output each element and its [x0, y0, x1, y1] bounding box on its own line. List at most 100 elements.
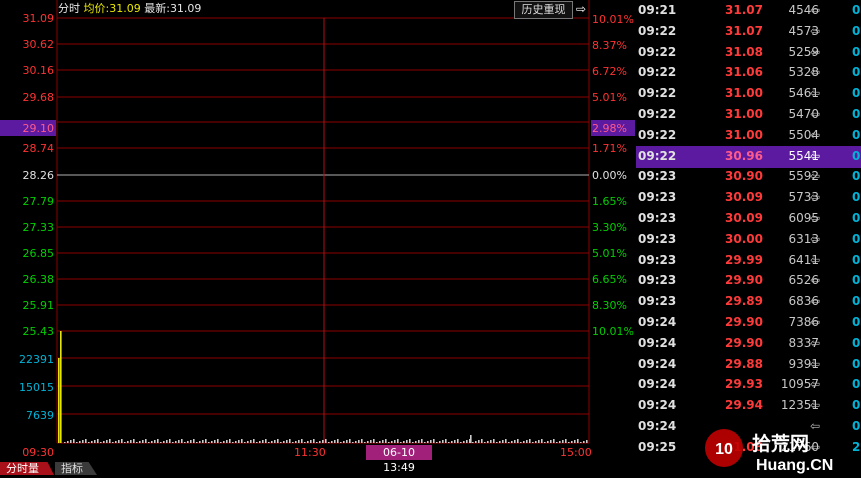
tick-row[interactable]: 09:23 29.99 6411 ⇦ 0: [636, 250, 861, 272]
tick-list[interactable]: 09:21 31.07 4546 ⇦ 0 09:22 31.07 4573 ⇦ 0 09:22 31.…: [636, 0, 861, 460]
history-replay-button[interactable]: 历史重现: [514, 1, 573, 19]
exit-arrow-icon[interactable]: ⇨: [573, 1, 589, 17]
intraday-chart[interactable]: [0, 0, 636, 475]
left-axis-label: 30.16: [22, 64, 55, 77]
volume-bar: [100, 442, 102, 443]
volume-bar: [574, 440, 576, 443]
watermark-domain: Huang.CN: [756, 457, 833, 474]
volume-bar: [463, 441, 465, 443]
right-axis-label: 3.30%: [592, 221, 627, 234]
tick-count: 0: [852, 398, 861, 413]
volume-bar: [436, 442, 438, 443]
volume-bar: [529, 439, 531, 443]
tick-row[interactable]: 09:24 29.90 7386 ⇦ 0: [636, 312, 861, 334]
tick-price: 30.96: [725, 148, 763, 163]
right-axis-label: 0.00%: [592, 169, 627, 182]
tick-time: 09:24: [638, 419, 677, 433]
volume-bar: [577, 439, 579, 443]
tick-row[interactable]: 09:22 31.00 5504 ⇦ 0: [636, 125, 861, 147]
volume-bar: [118, 440, 120, 443]
tick-count: 0: [852, 148, 861, 163]
volume-bar: [562, 440, 564, 443]
volume-bar: [172, 442, 174, 443]
tick-row[interactable]: 09:23 30.90 5592 ⇦ 0: [636, 166, 861, 188]
right-axis-label: 1.65%: [592, 195, 627, 208]
volume-bar: [142, 440, 144, 443]
volume-bar: [568, 442, 570, 443]
volume-bar: [514, 440, 516, 443]
tick-price: 30.90: [725, 169, 763, 184]
volume-bar: [400, 442, 402, 443]
tick-row[interactable]: 09:24 29.94 12351 ⇦ 0: [636, 395, 861, 417]
volume-bar: [133, 439, 135, 443]
volume-bar: [82, 440, 84, 443]
volume-bar: [301, 439, 303, 443]
volume-bar: [388, 442, 390, 443]
volume-bar: [442, 440, 444, 443]
volume-bar: [250, 440, 252, 443]
tick-time: 09:22: [638, 148, 677, 163]
tick-row[interactable]: 09:22 31.00 5461 ⇦ 0: [636, 83, 861, 105]
tab-fenshi-volume[interactable]: 分时量: [0, 462, 54, 475]
volume-bar: [403, 441, 405, 443]
tick-price: 30.09: [725, 190, 763, 205]
left-axis-label-selected: 29.10: [22, 122, 55, 135]
tick-price: 29.94: [725, 398, 763, 413]
volume-bar: [454, 440, 456, 443]
tick-time: 09:24: [638, 398, 677, 413]
right-axis-label: 8.30%: [592, 299, 627, 312]
tick-time: 09:23: [638, 231, 677, 246]
tick-time: 09:24: [638, 356, 677, 371]
left-axis-label: 30.62: [22, 38, 55, 51]
volume-bar: [502, 440, 504, 443]
volume-bar: [139, 441, 141, 443]
tick-row[interactable]: 09:22 31.07 4573 ⇦ 0: [636, 21, 861, 43]
tick-price: 31.07: [725, 23, 763, 38]
tick-row[interactable]: 09:22 31.08 5259 ⇦ 0: [636, 42, 861, 64]
tick-row[interactable]: 09:22 30.96 5541 ⇦ 0: [636, 145, 861, 168]
volume-bar: [583, 441, 585, 443]
volume-bar: [547, 441, 549, 443]
volume-bar: [541, 439, 543, 443]
volume-bar: [88, 442, 90, 443]
volume-bar: [493, 439, 495, 443]
volume-bar: [235, 441, 237, 443]
volume-bar: [175, 441, 177, 443]
sell-arrow-icon: ⇦: [810, 127, 821, 142]
tick-row[interactable]: 09:23 30.00 6313 ⇦ 0: [636, 229, 861, 251]
volume-bar: [163, 441, 165, 443]
tick-price: 31.06: [725, 65, 763, 80]
tick-count: 0: [852, 252, 861, 267]
tick-count: 0: [852, 356, 861, 371]
right-axis-label: 6.65%: [592, 273, 627, 286]
tick-row[interactable]: 09:23 29.90 6526 ⇦ 0: [636, 270, 861, 292]
volume-bar: [439, 441, 441, 443]
sell-arrow-icon: ⇦: [810, 211, 821, 225]
tick-row[interactable]: 09:21 31.07 4546 ⇦ 0: [636, 0, 861, 22]
tick-row[interactable]: 09:24 29.93 10957 ⇦ 0: [636, 374, 861, 396]
volume-bar: [445, 439, 447, 443]
sell-arrow-icon: ⇦: [810, 335, 821, 350]
tick-count: 0: [852, 231, 861, 246]
volume-bar: [67, 441, 69, 443]
volume-bar: [544, 442, 546, 443]
tick-row[interactable]: 09:23 30.09 5733 ⇦ 0: [636, 187, 861, 209]
tick-row[interactable]: 09:22 31.00 5470 ⇦ 0: [636, 104, 861, 126]
tick-row[interactable]: 09:24 29.90 8337 ⇦ 0: [636, 333, 861, 355]
volume-bar: [280, 442, 282, 443]
tick-count: 0: [852, 315, 861, 329]
volume-bar: [475, 441, 477, 443]
tick-row[interactable]: 09:22 31.06 5328 ⇦ 0: [636, 62, 861, 84]
volume-bar: [193, 439, 195, 443]
tick-price: 31.08: [725, 44, 763, 59]
tick-row[interactable]: 09:23 29.89 6836 ⇦ 0: [636, 291, 861, 313]
sell-arrow-icon: ⇦: [810, 273, 821, 288]
tick-price: 31.07: [725, 3, 763, 17]
tick-row[interactable]: 09:24 29.88 9391 ⇦ 0: [636, 354, 861, 376]
volume-bar: [298, 440, 300, 443]
volume-bar: [406, 440, 408, 443]
time-axis-start: 09:30: [22, 446, 54, 459]
tick-row[interactable]: 09:23 30.09 6095 ⇦ 0: [636, 208, 861, 230]
volume-bar: [586, 440, 588, 443]
volume-bar: [412, 442, 414, 443]
